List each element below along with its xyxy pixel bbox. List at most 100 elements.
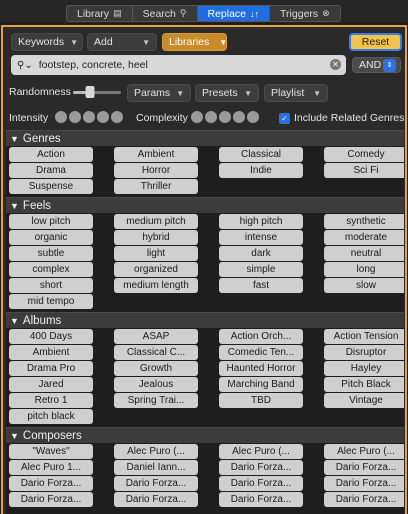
tag-button[interactable]: Alec Puro (... [324,444,404,459]
tag-button[interactable]: Comedic Ten... [219,345,303,360]
intensity-dot[interactable] [83,111,95,123]
tag-button[interactable]: Sci Fi [324,163,404,178]
complexity-selector[interactable] [191,111,259,123]
intensity-dot[interactable] [69,111,81,123]
tag-button[interactable]: Alec Puro (... [114,444,198,459]
randomness-thumb[interactable] [85,86,95,98]
tab-replace[interactable]: Replace ↓↑ [197,6,271,21]
tag-button[interactable]: Ambient [9,345,93,360]
complexity-dot[interactable] [233,111,245,123]
tag-button[interactable]: Thriller [114,179,198,194]
tag-button[interactable]: slow [324,278,404,293]
complexity-dot[interactable] [191,111,203,123]
tag-button[interactable]: dark [219,246,303,261]
tag-button[interactable]: Disruptor [324,345,404,360]
tag-button[interactable]: "Waves" [9,444,93,459]
tag-button[interactable]: Drama [9,163,93,178]
tag-button[interactable]: mid tempo [9,294,93,309]
tag-button[interactable]: Action Tension [324,329,404,344]
tag-button[interactable]: Suspense [9,179,93,194]
tag-button[interactable]: intense [219,230,303,245]
operator-select[interactable]: AND ⇕ [352,57,401,73]
tag-button[interactable]: Dario Forza... [9,476,93,491]
disclosure-triangle-icon[interactable]: ▼ [10,316,19,326]
keywords-dropdown[interactable]: Keywords ▼ [11,33,83,51]
tab-triggers[interactable]: Triggers ⊗ [270,6,340,21]
tag-button[interactable]: simple [219,262,303,277]
disclosure-triangle-icon[interactable]: ▼ [10,134,19,144]
tag-button[interactable]: Pitch Black [324,377,404,392]
tab-search[interactable]: Search ⚲ [132,6,198,21]
intensity-dot[interactable] [111,111,123,123]
tag-button[interactable]: fast [219,278,303,293]
tag-button[interactable]: Comedy [324,147,404,162]
complexity-dot[interactable] [219,111,231,123]
tag-button[interactable]: long [324,262,404,277]
intensity-dot[interactable] [55,111,67,123]
tag-button[interactable]: short [9,278,93,293]
tag-button[interactable]: ASAP [114,329,198,344]
libraries-dropdown[interactable]: Libraries ▼ [162,33,227,51]
tag-button[interactable]: Haunted Horror [219,361,303,376]
tag-button[interactable]: Jared [9,377,93,392]
tag-button[interactable]: Dario Forza... [9,492,93,507]
tag-button[interactable]: Dario Forza... [219,492,303,507]
tag-button[interactable]: low pitch [9,214,93,229]
tag-button[interactable]: Vintage [324,393,404,408]
complexity-dot[interactable] [205,111,217,123]
intensity-selector[interactable] [55,111,123,123]
tag-button[interactable]: Dario Forza... [114,476,198,491]
tag-button[interactable]: pitch black [9,409,93,424]
tag-button[interactable]: Indie [219,163,303,178]
add-dropdown[interactable]: Add ▼ [87,33,157,51]
tag-button[interactable]: TBD [219,393,303,408]
tag-button[interactable]: Dario Forza... [324,476,404,491]
checkbox-checked-icon[interactable]: ✓ [279,112,290,124]
tag-button[interactable]: Dario Forza... [219,460,303,475]
tag-button[interactable]: organic [9,230,93,245]
tag-button[interactable]: Alec Puro 1... [9,460,93,475]
tag-button[interactable]: Ambient [114,147,198,162]
tag-button[interactable]: Jealous [114,377,198,392]
complexity-dot[interactable] [247,111,259,123]
tag-button[interactable]: organized [114,262,198,277]
tag-button[interactable]: hybrid [114,230,198,245]
tag-button[interactable]: medium pitch [114,214,198,229]
tag-button[interactable]: Dario Forza... [114,492,198,507]
tag-button[interactable]: Marching Band [219,377,303,392]
disclosure-triangle-icon[interactable]: ▼ [10,431,19,441]
include-related-toggle[interactable]: ✓ Include Related Genres [279,112,404,124]
disclosure-triangle-icon[interactable]: ▼ [10,201,19,211]
tag-button[interactable]: medium length [114,278,198,293]
tag-button[interactable]: moderate [324,230,404,245]
tag-button[interactable]: Classical C... [114,345,198,360]
results-list[interactable]: ▼ Genres Action Ambient Classical Comedy Drama… [6,130,404,514]
params-dropdown[interactable]: Params ▼ [127,84,191,102]
tag-button[interactable]: complex [9,262,93,277]
tag-button[interactable]: subtle [9,246,93,261]
tag-button[interactable]: Horror [114,163,198,178]
tag-button[interactable]: Drama Pro [9,361,93,376]
tab-library[interactable]: Library ▤ [67,6,133,21]
section-header[interactable]: ▼ Composers [6,427,404,443]
tag-button[interactable]: synthetic [324,214,404,229]
tag-button[interactable]: Dario Forza... [324,460,404,475]
intensity-dot[interactable] [97,111,109,123]
tag-button[interactable]: 400 Days [9,329,93,344]
tag-button[interactable]: Action Orch... [219,329,303,344]
tag-button[interactable]: Hayley [324,361,404,376]
presets-dropdown[interactable]: Presets ▼ [195,84,259,102]
tag-button[interactable]: high pitch [219,214,303,229]
reset-button[interactable]: Reset [349,33,402,51]
tag-button[interactable]: Classical [219,147,303,162]
tag-button[interactable]: neutral [324,246,404,261]
playlist-dropdown[interactable]: Playlist ▼ [264,84,328,102]
tag-button[interactable]: Dario Forza... [324,492,404,507]
clear-search-icon[interactable]: ✕ [330,59,341,70]
tag-button[interactable]: Retro 1 [9,393,93,408]
tag-button[interactable]: Action [9,147,93,162]
randomness-slider[interactable] [73,86,121,98]
tag-button[interactable]: Spring Trai... [114,393,198,408]
tag-button[interactable]: Dario Forza... [219,476,303,491]
section-header[interactable]: ▼ Albums [6,312,404,328]
